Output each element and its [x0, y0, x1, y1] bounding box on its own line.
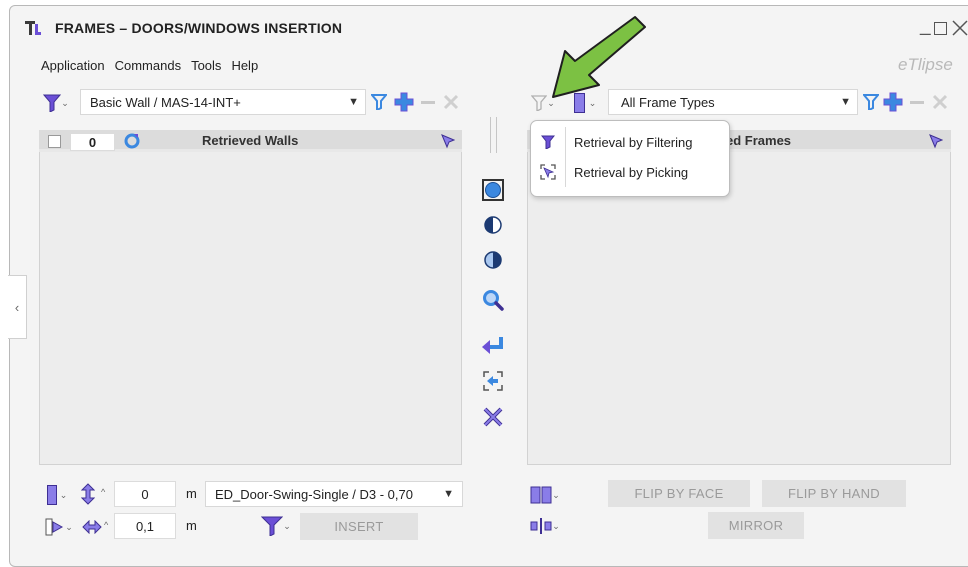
door-swing-icon — [45, 518, 64, 536]
frame-dimension-dropdown[interactable]: ⌄ — [42, 483, 72, 507]
filter-dropdown-button[interactable]: ⌄ — [42, 90, 70, 116]
select-full-button[interactable] — [482, 179, 504, 201]
app-logo-icon — [24, 19, 42, 37]
menu-help[interactable]: Help — [231, 58, 258, 73]
funnel-icon — [43, 94, 62, 112]
collapse-panel-button[interactable]: ‹ — [8, 275, 27, 339]
chevron-down-icon: ⌄ — [61, 97, 69, 108]
retrieval-mode-menu: Retrieval by Filtering Retrieval by Pick… — [530, 120, 730, 197]
circle-full-icon — [485, 182, 501, 198]
return-arrow-icon — [482, 337, 503, 354]
menu-item-retrieval-filtering[interactable]: Retrieval by Filtering — [531, 127, 729, 157]
walls-list-panel — [39, 130, 462, 465]
walls-count: 0 — [70, 133, 115, 151]
chevron-down-icon: ⌄ — [283, 520, 291, 531]
focus-selection-button[interactable] — [483, 371, 503, 394]
cursor-pick-icon — [929, 134, 944, 149]
chevron-down-icon: ▼ — [348, 96, 359, 108]
chevron-down-icon: ⌄ — [59, 489, 68, 500]
pick-walls-button[interactable] — [441, 134, 456, 153]
close-x-icon — [932, 94, 948, 110]
maximize-icon[interactable] — [934, 22, 947, 35]
clear-button[interactable] — [443, 94, 459, 113]
magnifier-icon — [483, 290, 504, 311]
chevron-down-icon: ⌄ — [552, 489, 560, 500]
circle-half-right-icon — [484, 251, 502, 269]
offset-input[interactable]: 0,1 — [114, 513, 176, 539]
mirror-button[interactable]: MIRROR — [708, 512, 804, 539]
flip-by-hand-button[interactable]: FLIP BY HAND — [762, 480, 906, 507]
chevron-up-icon[interactable]: ^ — [101, 487, 105, 497]
vertical-resize-icon[interactable] — [80, 483, 96, 508]
wall-type-select[interactable]: Basic Wall / MAS-14-INT+ ▼ — [80, 89, 366, 115]
insert-filter-dropdown[interactable]: ⌄ — [255, 513, 297, 539]
chevron-down-icon: ▼ — [840, 96, 851, 108]
placement-dropdown[interactable]: ⌄ — [42, 515, 76, 539]
chevron-down-icon: ⌄ — [65, 521, 73, 532]
menu-tools[interactable]: Tools — [191, 58, 221, 73]
chevron-up-icon[interactable]: ^ — [104, 520, 108, 530]
filter-button[interactable] — [862, 93, 880, 111]
menu-item-retrieval-picking[interactable]: Retrieval by Picking — [531, 157, 729, 187]
refresh-icon — [124, 133, 140, 149]
chevron-left-icon: ‹ — [14, 299, 20, 315]
minus-icon[interactable] — [421, 101, 435, 104]
select-left-half-button[interactable] — [483, 215, 503, 238]
add-button[interactable] — [882, 91, 904, 113]
frames-list-title: ed Frames — [726, 133, 792, 148]
focus-frame-icon — [483, 371, 503, 391]
add-button[interactable] — [393, 91, 415, 113]
refresh-button[interactable] — [124, 133, 140, 152]
flip-by-face-button[interactable]: FLIP BY FACE — [608, 480, 750, 507]
close-icon[interactable] — [952, 20, 968, 39]
family-type-select[interactable]: ED_Door-Swing-Single / D3 - 0,70 ▼ — [205, 481, 463, 507]
menu-bar: Application Commands Tools Help — [41, 58, 268, 73]
close-x-icon — [443, 94, 459, 110]
minimize-icon[interactable]: _ — [920, 15, 931, 37]
chevron-down-icon: ▼ — [443, 488, 454, 500]
menu-item-label: Retrieval by Picking — [565, 157, 688, 187]
menu-application[interactable]: Application — [41, 58, 105, 73]
return-button[interactable] — [481, 336, 505, 359]
select-right-half-button[interactable] — [483, 250, 503, 273]
zoom-button[interactable] — [482, 289, 504, 314]
mirror-frame-icon — [530, 518, 552, 534]
clear-button[interactable] — [932, 94, 948, 113]
window-title: FRAMES – DOORS/WINDOWS INSERTION — [55, 20, 343, 36]
chevron-down-icon: ⌄ — [552, 520, 560, 531]
deselect-button[interactable] — [482, 406, 504, 431]
menu-item-label: Retrieval by Filtering — [565, 127, 693, 157]
green-arrow-annotation — [545, 13, 650, 106]
pick-frames-button[interactable] — [929, 134, 944, 153]
double-frame-icon — [530, 486, 552, 504]
brand-logo: eTlipse — [898, 55, 953, 74]
funnel-icon — [261, 516, 284, 536]
plus-icon — [883, 92, 903, 112]
wall-type-value: Basic Wall / MAS-14-INT+ — [90, 94, 241, 110]
offset-unit: m — [186, 518, 197, 533]
frame-layout-dropdown[interactable]: ⌄ — [528, 483, 562, 507]
splitter-handle[interactable] — [490, 117, 497, 153]
cursor-pick-icon — [441, 134, 456, 149]
cursor-cross-icon — [483, 407, 503, 427]
circle-half-left-icon — [484, 216, 502, 234]
cursor-select-icon — [540, 164, 556, 180]
select-all-checkbox[interactable] — [48, 135, 61, 148]
door-frame-icon — [46, 485, 57, 505]
plus-icon — [394, 92, 414, 112]
menu-commands[interactable]: Commands — [115, 58, 181, 73]
funnel-outline-icon — [371, 94, 387, 110]
height-input[interactable]: 0 — [114, 481, 176, 507]
minus-icon[interactable] — [910, 101, 924, 104]
family-type-value: ED_Door-Swing-Single / D3 - 0,70 — [215, 486, 413, 502]
funnel-outline-icon — [863, 94, 879, 110]
filter-button[interactable] — [370, 93, 388, 111]
horizontal-resize-icon[interactable] — [82, 519, 102, 537]
funnel-icon — [541, 135, 555, 149]
height-unit: m — [186, 486, 197, 501]
walls-list-title: Retrieved Walls — [202, 133, 299, 148]
insert-button[interactable]: INSERT — [300, 513, 418, 540]
mirror-mode-dropdown[interactable]: ⌄ — [528, 514, 562, 538]
